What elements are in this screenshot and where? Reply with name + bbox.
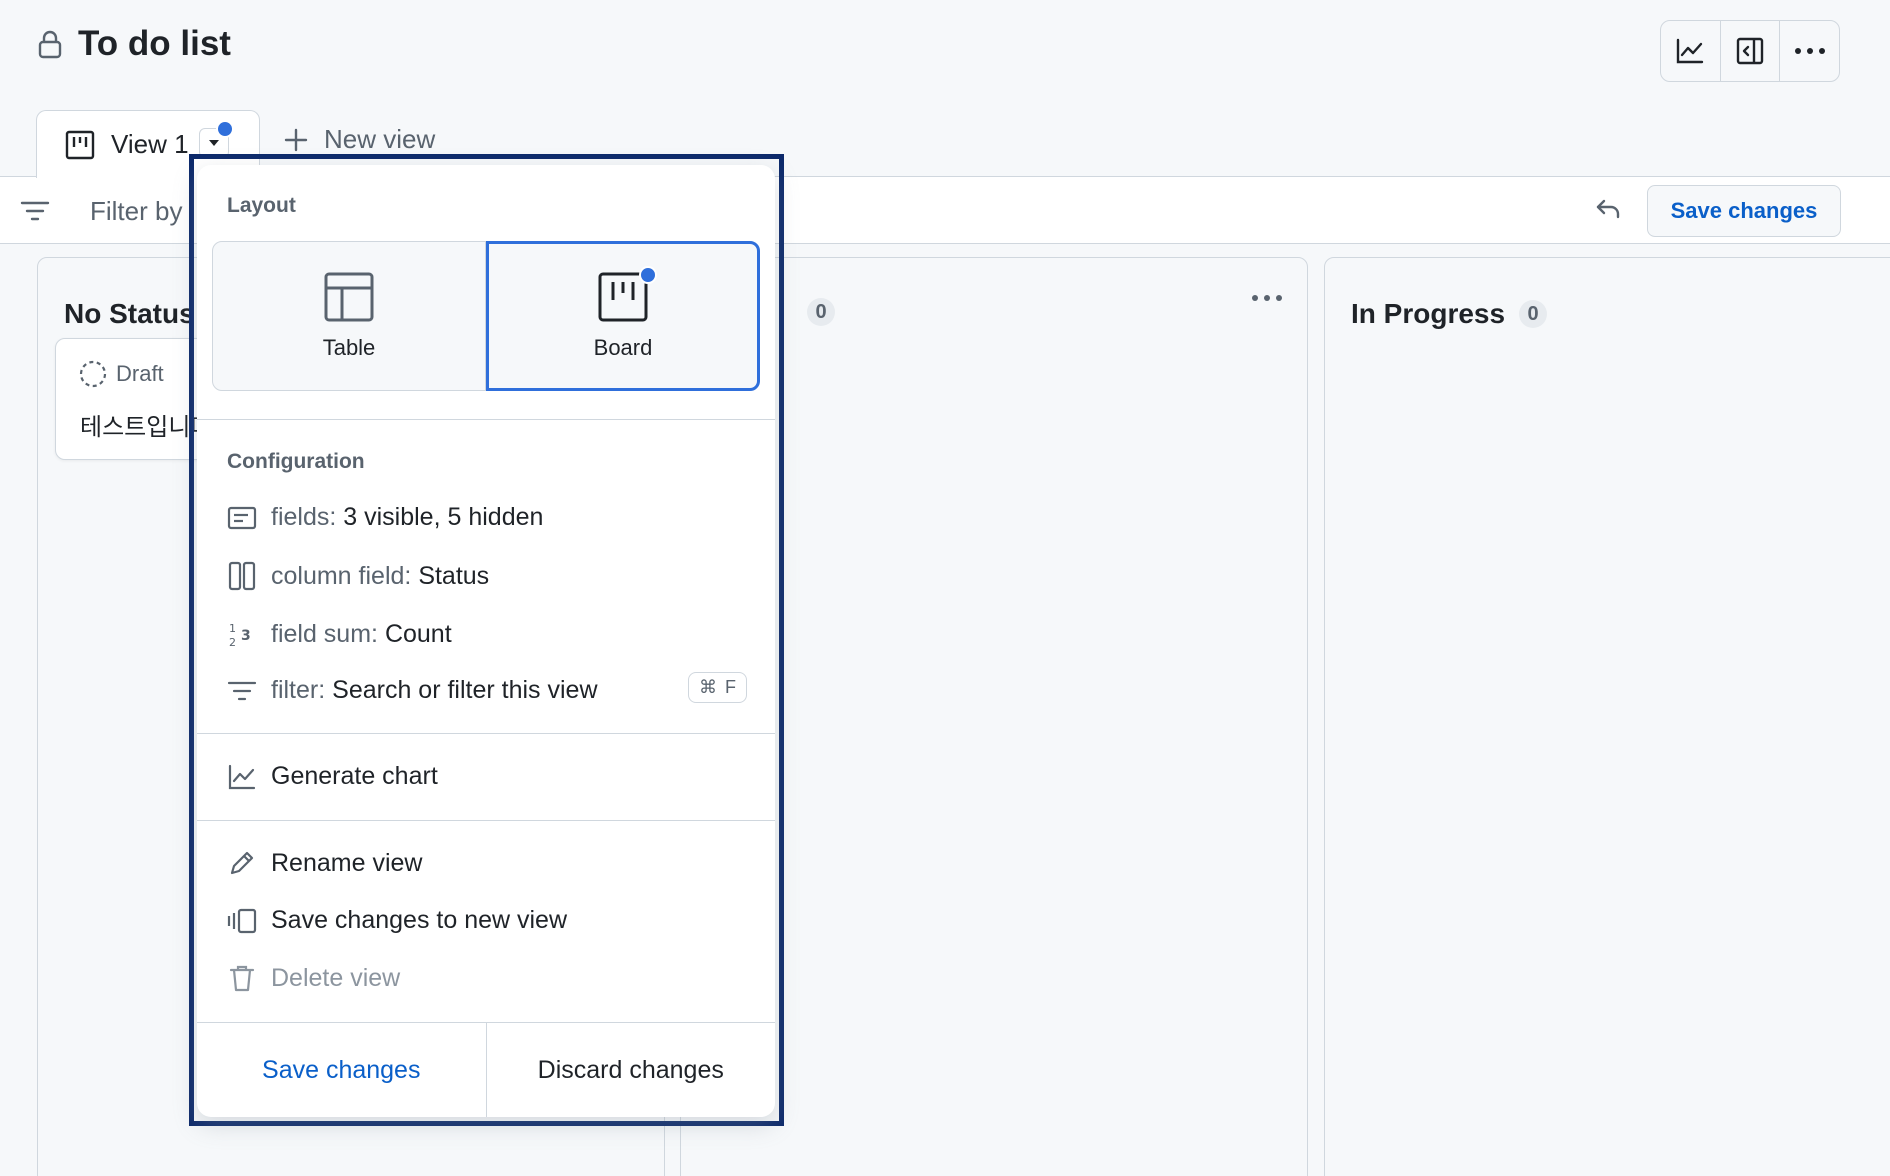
- lock-icon: [36, 29, 64, 59]
- tab-label: View 1: [111, 129, 189, 159]
- table-icon: [323, 271, 375, 323]
- changed-indicator: [639, 266, 657, 284]
- layout-option-label: Board: [593, 335, 653, 360]
- delete-view-item[interactable]: Delete view: [227, 963, 400, 993]
- svg-text:1: 1: [229, 622, 236, 635]
- menu-footer: Save changes Discard changes: [197, 1022, 775, 1117]
- more-options-button[interactable]: [1780, 21, 1839, 81]
- layout-option-label: Table: [322, 335, 376, 360]
- kebab-icon: [1252, 295, 1282, 301]
- chart-icon: [1675, 37, 1705, 65]
- svg-text:2: 2: [229, 636, 236, 649]
- plus-icon: [284, 128, 308, 152]
- menu-divider: [197, 820, 775, 821]
- config-filter[interactable]: filter: Search or filter this view ⌘ F: [227, 672, 747, 705]
- shortcut-key: F: [725, 677, 736, 697]
- config-value: Search or filter this view: [332, 676, 598, 704]
- card-status-label: Draft: [116, 361, 164, 386]
- layout-option-table[interactable]: Table: [212, 241, 486, 391]
- layout-options: Table Board: [212, 241, 760, 391]
- column-title: 0: [793, 298, 835, 326]
- menu-item-label: Rename view: [271, 848, 423, 877]
- menu-item-label: Generate chart: [271, 762, 438, 790]
- pencil-icon: [227, 848, 257, 878]
- card-status: Draft: [78, 359, 164, 389]
- column-title-text: In Progress: [1351, 298, 1506, 329]
- new-view-button[interactable]: New view: [284, 124, 435, 155]
- duplicate-view-icon: [227, 907, 257, 935]
- kebab-icon: [1794, 47, 1826, 55]
- save-changes-button[interactable]: Save changes: [1647, 185, 1841, 237]
- column-menu-button[interactable]: [1251, 294, 1283, 302]
- menu-item-label: Delete view: [271, 963, 401, 992]
- new-view-label: New view: [324, 124, 436, 154]
- toggle-sidebar-button[interactable]: [1721, 21, 1781, 81]
- config-key: field sum:: [271, 619, 378, 648]
- rename-view-item[interactable]: Rename view: [227, 848, 422, 878]
- config-key: column field:: [271, 561, 412, 590]
- draft-icon: [78, 359, 108, 389]
- column-count: 0: [1519, 300, 1548, 328]
- menu-save-changes-button[interactable]: Save changes: [197, 1023, 487, 1117]
- unsaved-changes-indicator: [216, 120, 234, 138]
- columns-icon: [227, 561, 257, 591]
- caret-down-icon: [208, 139, 220, 147]
- discard-changes-button[interactable]: Discard changes: [487, 1023, 776, 1117]
- trash-icon: [227, 963, 257, 993]
- page-title: To do list: [78, 24, 231, 63]
- column-title: No Status: [64, 298, 195, 330]
- number-icon: 123: [227, 619, 257, 649]
- config-value: 3 visible, 5 hidden: [343, 503, 544, 531]
- menu-item-label: Save changes to new view: [271, 906, 568, 934]
- fields-icon: [227, 506, 257, 530]
- column-title-text: No Status: [64, 298, 195, 329]
- column-count: 0: [807, 298, 835, 326]
- svg-text:3: 3: [241, 628, 251, 644]
- title-row: To do list: [36, 24, 231, 64]
- config-value: Count: [384, 619, 452, 648]
- insights-button[interactable]: [1661, 21, 1721, 81]
- config-value: Status: [418, 561, 490, 590]
- filter-icon: [227, 679, 257, 703]
- config-fields[interactable]: fields: 3 visible, 5 hidden: [227, 503, 747, 532]
- board-column: In Progress 0: [1324, 257, 1890, 1176]
- column-title: In Progress 0: [1351, 298, 1548, 330]
- layout-option-board[interactable]: Board: [486, 241, 760, 391]
- config-column-field[interactable]: column field: Status: [227, 561, 747, 591]
- generate-chart-item[interactable]: Generate chart: [227, 762, 438, 791]
- view-options-menu: Layout Table Board Configuration fields:…: [197, 165, 775, 1117]
- filter-input[interactable]: Filter by: [90, 196, 182, 227]
- menu-divider: [197, 733, 775, 734]
- command-key: ⌘: [699, 677, 717, 697]
- layout-section-label: Layout: [227, 194, 296, 217]
- sidebar-panel-icon: [1735, 36, 1765, 66]
- config-key: filter:: [271, 676, 326, 704]
- config-key: fields:: [271, 503, 337, 531]
- filter-icon[interactable]: [20, 199, 50, 223]
- undo-icon[interactable]: [1594, 195, 1622, 223]
- header-actions: [1660, 20, 1840, 82]
- save-to-new-view-item[interactable]: Save changes to new view: [227, 906, 567, 935]
- keyboard-shortcut: ⌘ F: [688, 672, 747, 703]
- board-icon: [65, 130, 95, 160]
- chart-icon: [227, 763, 257, 791]
- configuration-section-label: Configuration: [227, 450, 365, 473]
- menu-divider: [197, 419, 775, 420]
- config-field-sum[interactable]: 123 field sum: Count: [227, 619, 747, 650]
